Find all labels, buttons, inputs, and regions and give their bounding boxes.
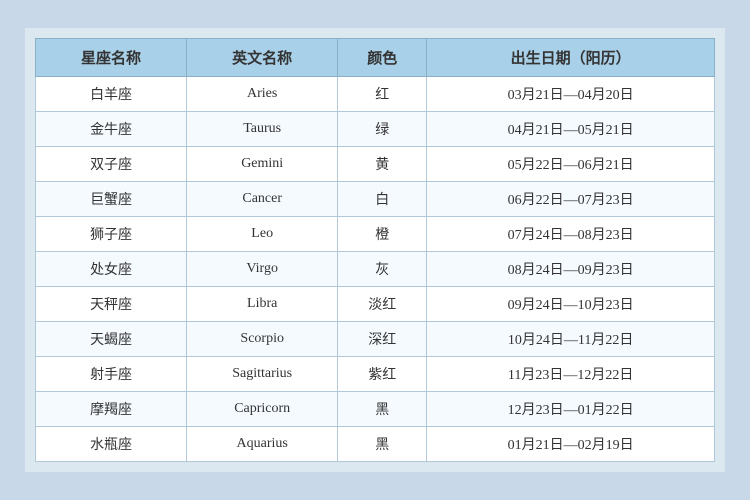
cell-chinese-name: 天秤座: [36, 287, 187, 322]
header-chinese-name: 星座名称: [36, 39, 187, 77]
header-color: 颜色: [338, 39, 427, 77]
table-row: 金牛座Taurus绿04月21日—05月21日: [36, 112, 715, 147]
cell-dates: 05月22日—06月21日: [427, 147, 715, 182]
cell-english-name: Scorpio: [187, 322, 338, 357]
cell-dates: 01月21日—02月19日: [427, 427, 715, 462]
cell-english-name: Leo: [187, 217, 338, 252]
cell-color: 灰: [338, 252, 427, 287]
table-row: 巨蟹座Cancer白06月22日—07月23日: [36, 182, 715, 217]
cell-color: 橙: [338, 217, 427, 252]
table-row: 处女座Virgo灰08月24日—09月23日: [36, 252, 715, 287]
cell-chinese-name: 天蝎座: [36, 322, 187, 357]
cell-color: 深红: [338, 322, 427, 357]
cell-dates: 03月21日—04月20日: [427, 77, 715, 112]
table-row: 水瓶座Aquarius黑01月21日—02月19日: [36, 427, 715, 462]
cell-dates: 07月24日—08月23日: [427, 217, 715, 252]
cell-english-name: Taurus: [187, 112, 338, 147]
cell-dates: 08月24日—09月23日: [427, 252, 715, 287]
table-row: 天秤座Libra淡红09月24日—10月23日: [36, 287, 715, 322]
cell-dates: 04月21日—05月21日: [427, 112, 715, 147]
header-english-name: 英文名称: [187, 39, 338, 77]
cell-dates: 09月24日—10月23日: [427, 287, 715, 322]
cell-color: 红: [338, 77, 427, 112]
cell-dates: 12月23日—01月22日: [427, 392, 715, 427]
cell-dates: 06月22日—07月23日: [427, 182, 715, 217]
table-row: 摩羯座Capricorn黑12月23日—01月22日: [36, 392, 715, 427]
cell-color: 黑: [338, 427, 427, 462]
table-row: 狮子座Leo橙07月24日—08月23日: [36, 217, 715, 252]
cell-english-name: Libra: [187, 287, 338, 322]
cell-dates: 11月23日—12月22日: [427, 357, 715, 392]
cell-english-name: Sagittarius: [187, 357, 338, 392]
cell-chinese-name: 射手座: [36, 357, 187, 392]
cell-chinese-name: 巨蟹座: [36, 182, 187, 217]
cell-english-name: Aries: [187, 77, 338, 112]
cell-color: 黑: [338, 392, 427, 427]
cell-chinese-name: 摩羯座: [36, 392, 187, 427]
cell-english-name: Capricorn: [187, 392, 338, 427]
cell-color: 紫红: [338, 357, 427, 392]
cell-english-name: Aquarius: [187, 427, 338, 462]
cell-english-name: Virgo: [187, 252, 338, 287]
cell-color: 淡红: [338, 287, 427, 322]
cell-color: 绿: [338, 112, 427, 147]
cell-english-name: Cancer: [187, 182, 338, 217]
cell-color: 白: [338, 182, 427, 217]
cell-chinese-name: 双子座: [36, 147, 187, 182]
header-dates: 出生日期（阳历）: [427, 39, 715, 77]
zodiac-table: 星座名称 英文名称 颜色 出生日期（阳历） 白羊座Aries红03月21日—04…: [35, 38, 715, 462]
cell-dates: 10月24日—11月22日: [427, 322, 715, 357]
cell-chinese-name: 白羊座: [36, 77, 187, 112]
table-row: 天蝎座Scorpio深红10月24日—11月22日: [36, 322, 715, 357]
table-row: 射手座Sagittarius紫红11月23日—12月22日: [36, 357, 715, 392]
table-header-row: 星座名称 英文名称 颜色 出生日期（阳历）: [36, 39, 715, 77]
table-row: 双子座Gemini黄05月22日—06月21日: [36, 147, 715, 182]
cell-chinese-name: 金牛座: [36, 112, 187, 147]
cell-chinese-name: 处女座: [36, 252, 187, 287]
main-container: 星座名称 英文名称 颜色 出生日期（阳历） 白羊座Aries红03月21日—04…: [25, 28, 725, 472]
cell-english-name: Gemini: [187, 147, 338, 182]
cell-color: 黄: [338, 147, 427, 182]
cell-chinese-name: 狮子座: [36, 217, 187, 252]
cell-chinese-name: 水瓶座: [36, 427, 187, 462]
table-row: 白羊座Aries红03月21日—04月20日: [36, 77, 715, 112]
